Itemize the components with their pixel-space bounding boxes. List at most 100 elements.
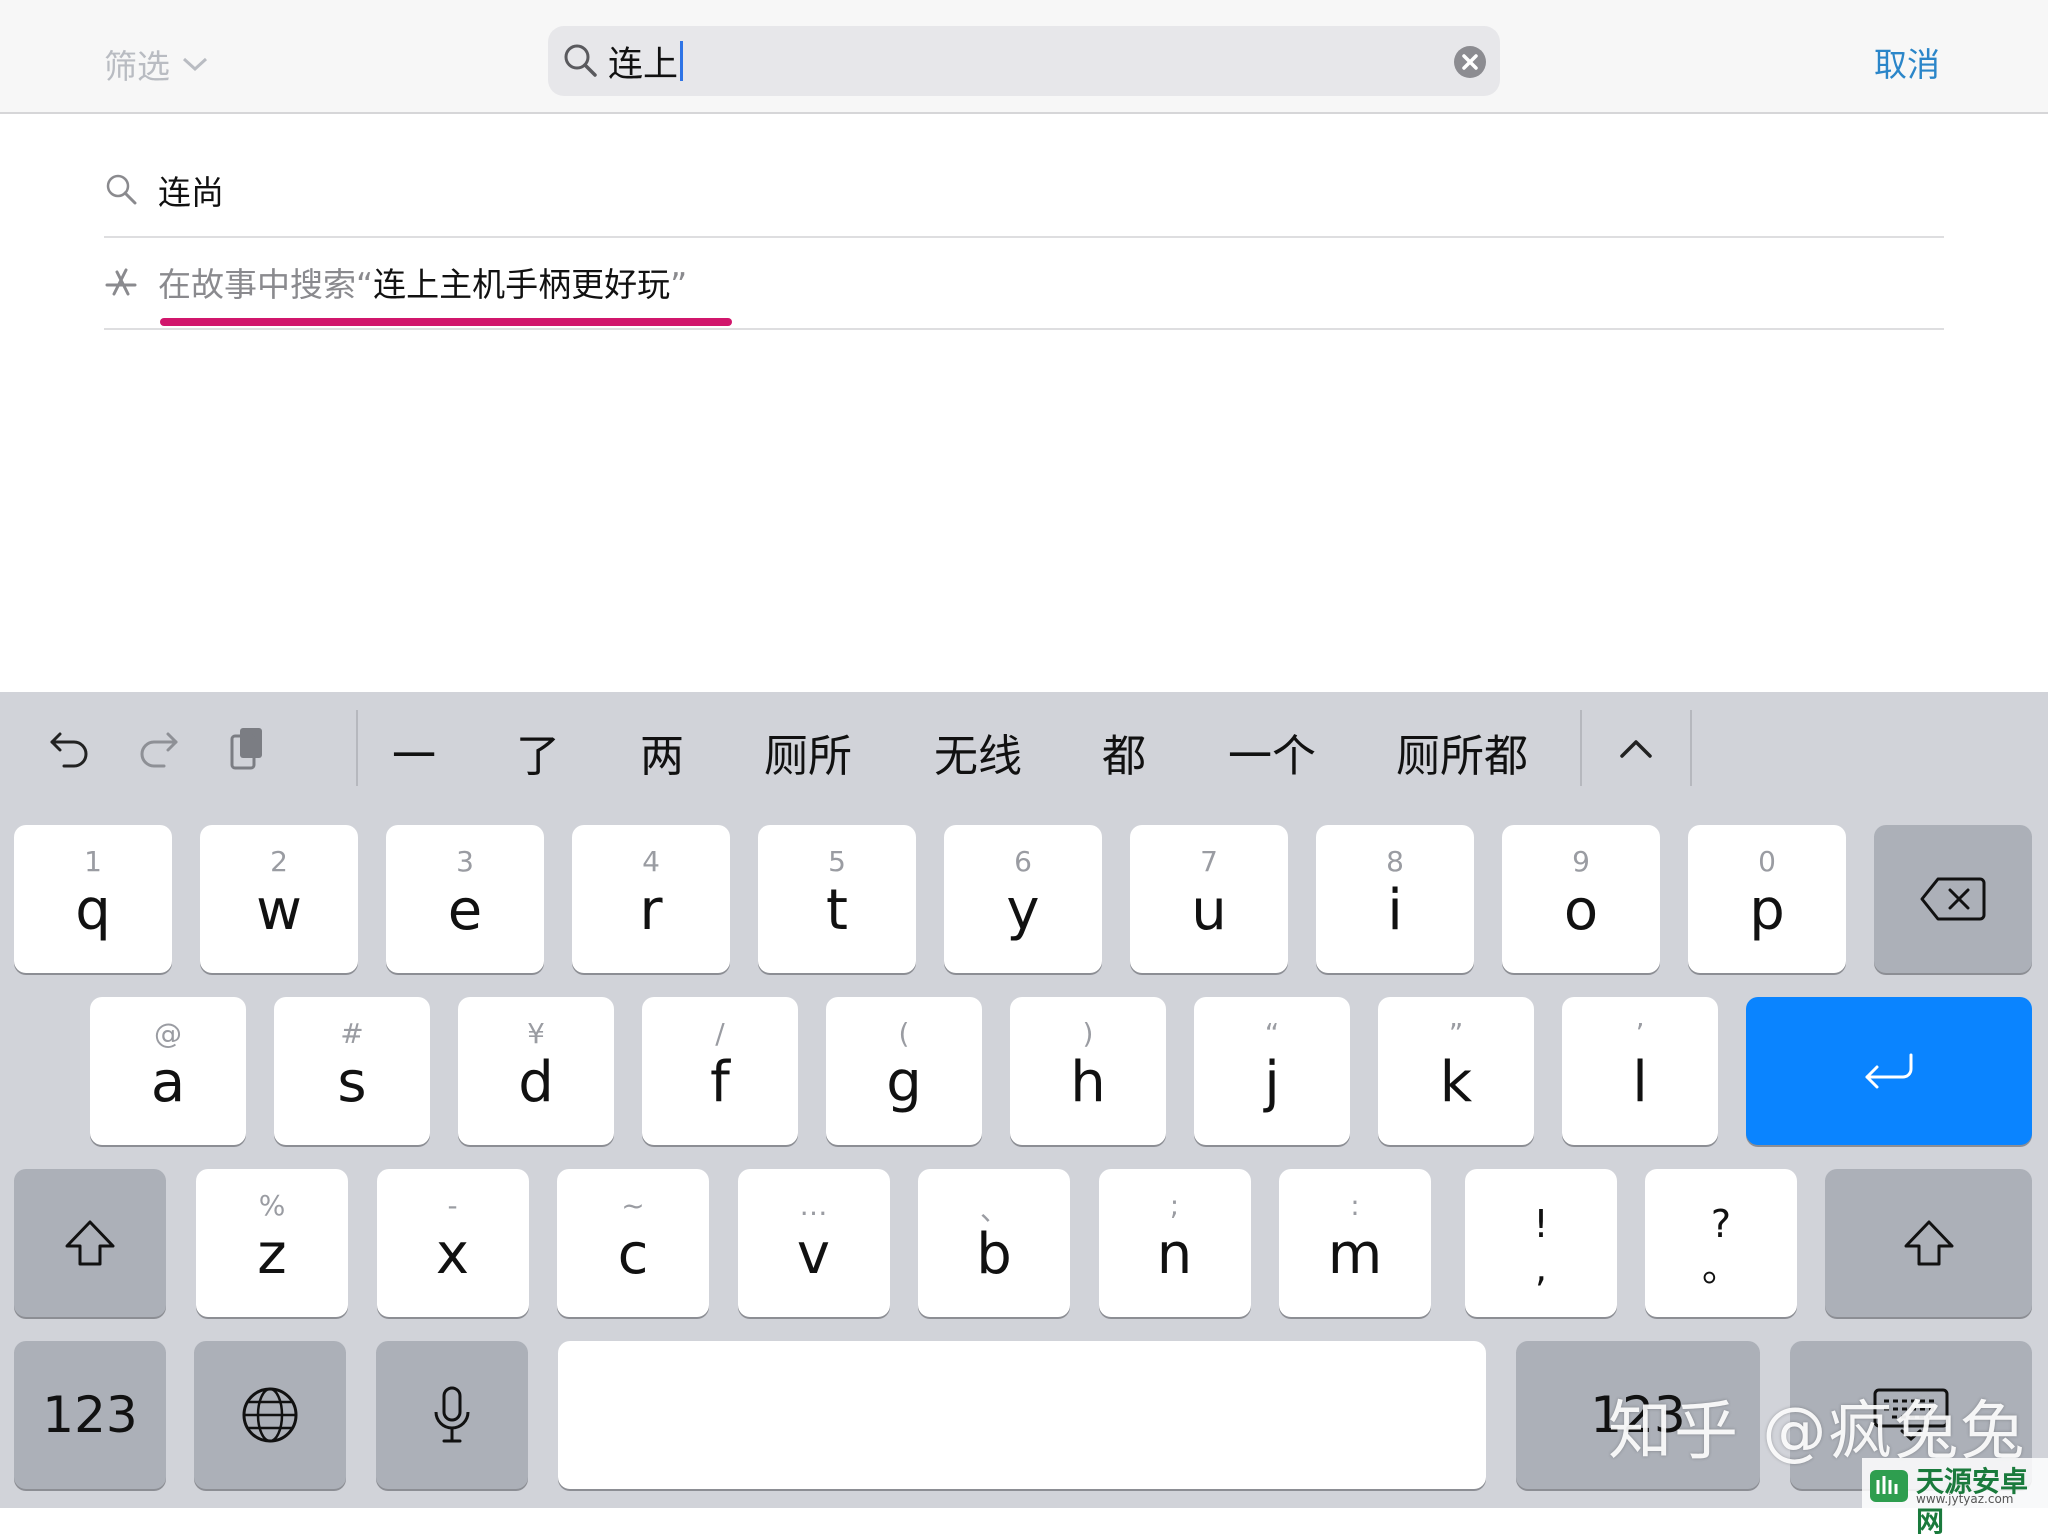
punct-top: ? xyxy=(1710,1202,1732,1246)
key-u[interactable]: 7u xyxy=(1130,825,1288,973)
key-v[interactable]: … v xyxy=(737,1169,890,1317)
shift-key-right[interactable] xyxy=(1825,1169,2032,1317)
key-t[interactable]: 5t xyxy=(758,825,916,973)
key-n[interactable]: ; n xyxy=(1098,1169,1251,1317)
return-key[interactable] xyxy=(1746,997,2032,1145)
key-primary-label: c xyxy=(617,1222,649,1287)
backspace-key[interactable] xyxy=(1874,825,2032,973)
candidate-word[interactable]: 厕所 xyxy=(764,720,852,784)
candidate-word[interactable]: 厕所都 xyxy=(1396,720,1528,784)
space-key[interactable] xyxy=(558,1341,1486,1489)
key-secondary-label: @ xyxy=(154,1017,182,1050)
search-field[interactable]: 连上 xyxy=(548,26,1500,96)
key-primary-label: i xyxy=(1387,878,1403,943)
filter-button[interactable]: 筛选 xyxy=(104,40,208,88)
key-primary-label: p xyxy=(1749,878,1785,943)
punctuation-key[interactable]: ? 。 xyxy=(1645,1169,1797,1317)
key-q[interactable]: 1q xyxy=(14,825,172,973)
key-secondary-label: 0 xyxy=(1758,845,1776,878)
search-icon xyxy=(106,174,137,205)
text-cursor xyxy=(680,41,684,81)
key-primary-label: l xyxy=(1632,1050,1648,1115)
key-secondary-label: 8 xyxy=(1386,845,1404,878)
key-k[interactable]: ” k xyxy=(1378,997,1534,1145)
key-d[interactable]: ¥ d xyxy=(458,997,614,1145)
dictation-key[interactable] xyxy=(376,1341,528,1489)
suggestion-text: 在故事中搜索“连上主机手柄更好玩” xyxy=(158,258,687,306)
key-primary-label: a xyxy=(150,1050,186,1115)
key-a[interactable]: @ a xyxy=(90,997,246,1145)
key-primary-label: f xyxy=(710,1050,730,1115)
chevron-down-icon xyxy=(182,57,208,72)
suggestion-prefix: 在故事中搜索“ xyxy=(158,265,374,304)
key-x[interactable]: -x xyxy=(376,1169,529,1317)
undo-icon[interactable] xyxy=(46,724,94,772)
toolbar-divider xyxy=(356,710,358,786)
shift-icon xyxy=(65,1220,115,1266)
candidate-word[interactable]: 一个 xyxy=(1228,720,1316,784)
search-header: 筛选 连上 取消 xyxy=(0,0,2048,114)
key-primary-label: x xyxy=(435,1222,470,1287)
key-secondary-label: ” xyxy=(1448,1017,1464,1050)
site-logo-icon xyxy=(1870,1470,1908,1502)
clear-search-button[interactable] xyxy=(1454,46,1486,78)
key-primary-label: t xyxy=(826,878,848,943)
key-g[interactable]: (g xyxy=(826,997,982,1145)
key-secondary-label: ¥ xyxy=(527,1017,545,1050)
key-b[interactable]: 、 b xyxy=(918,1169,1070,1317)
key-z[interactable]: % z xyxy=(196,1169,348,1317)
candidate-word[interactable]: 两 xyxy=(640,720,684,784)
key-w[interactable]: 2w xyxy=(200,825,358,973)
key-y[interactable]: 6y xyxy=(944,825,1102,973)
suggestion-text: 连尚 xyxy=(158,173,224,212)
punct-top: ! xyxy=(1533,1202,1549,1246)
key-i[interactable]: 8i xyxy=(1316,825,1474,973)
chevron-up-icon[interactable] xyxy=(1612,724,1660,772)
key-primary-label: h xyxy=(1070,1050,1106,1115)
key-secondary-label: 7 xyxy=(1200,845,1218,878)
toolbar-divider xyxy=(1580,710,1582,786)
key-secondary-label: ; xyxy=(1169,1189,1180,1222)
candidate-word[interactable]: 了 xyxy=(516,720,560,784)
key-secondary-label: % xyxy=(258,1189,286,1222)
key-primary-label: y xyxy=(1006,878,1040,943)
key-l[interactable]: ’ l xyxy=(1562,997,1718,1145)
candidate-word[interactable]: 都 xyxy=(1102,720,1146,784)
key-o[interactable]: 9o xyxy=(1502,825,1660,973)
key-secondary-label: / xyxy=(715,1017,725,1050)
key-r[interactable]: 4r xyxy=(572,825,730,973)
key-j[interactable]: “j xyxy=(1194,997,1350,1145)
cancel-button[interactable]: 取消 xyxy=(1874,38,1940,86)
suggestion-item[interactable]: 连尚 xyxy=(104,146,1944,238)
key-s[interactable]: # s xyxy=(274,997,430,1145)
key-primary-label: r xyxy=(639,878,663,943)
shift-key-left[interactable] xyxy=(14,1169,166,1317)
redo-icon[interactable] xyxy=(134,724,182,772)
paste-icon[interactable] xyxy=(224,724,272,772)
key-secondary-label: 5 xyxy=(828,845,846,878)
key-c[interactable]: ~ c xyxy=(557,1169,709,1317)
key-h[interactable]: ) h xyxy=(1010,997,1166,1145)
key-primary-label: b xyxy=(976,1222,1012,1287)
key-secondary-label: ’ xyxy=(1635,1017,1645,1050)
key-secondary-label: # xyxy=(340,1017,364,1050)
key-e[interactable]: 3e xyxy=(386,825,544,973)
microphone-icon xyxy=(434,1386,470,1443)
key-secondary-label: ) xyxy=(1082,1017,1094,1050)
numbers-key[interactable]: 123 xyxy=(14,1341,166,1489)
key-primary-label: s xyxy=(337,1050,367,1115)
globe-key[interactable] xyxy=(194,1341,346,1489)
suggestion-highlight: 连上主机手柄更好玩 xyxy=(373,265,671,304)
candidate-word[interactable]: 一 xyxy=(392,720,436,784)
key-secondary-label: 1 xyxy=(84,845,102,878)
suggestion-item[interactable]: 在故事中搜索“连上主机手柄更好玩” xyxy=(104,238,1944,330)
key-f[interactable]: / f xyxy=(642,997,798,1145)
key-secondary-label: : xyxy=(1350,1189,1360,1222)
candidate-word[interactable]: 无线 xyxy=(934,720,1022,784)
key-p[interactable]: 0p xyxy=(1688,825,1846,973)
search-input[interactable]: 连上 xyxy=(608,38,684,85)
key-primary-label: j xyxy=(1264,1050,1280,1115)
key-m[interactable]: :m xyxy=(1279,1169,1431,1317)
punctuation-key[interactable]: ! , xyxy=(1465,1169,1617,1317)
highlight-underline xyxy=(160,318,732,326)
